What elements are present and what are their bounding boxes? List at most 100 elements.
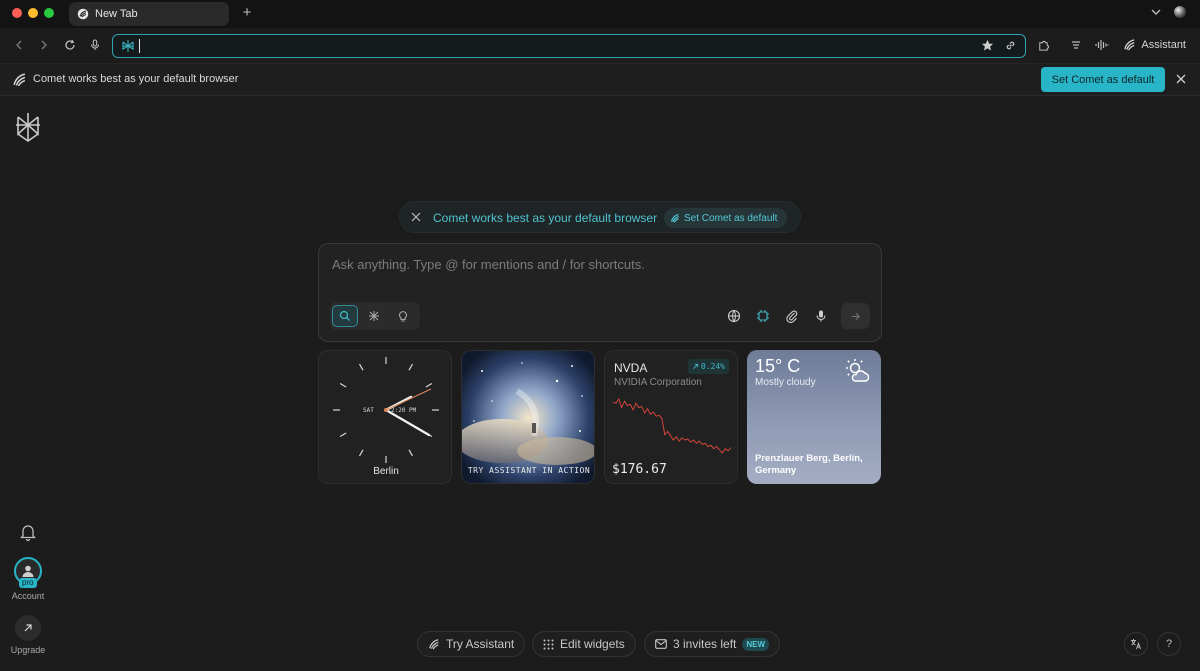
search-input[interactable]: Ask anything. Type @ for mentions and / … [332, 257, 645, 272]
weather-temperature: 15° C [755, 356, 801, 376]
mail-icon [655, 639, 667, 649]
promo-caption: TRY ASSISTANT IN ACTION [467, 466, 591, 475]
arrow-up-right-icon [24, 624, 32, 632]
labs-mode-button[interactable] [390, 305, 416, 327]
set-default-button[interactable]: Set Comet as default [1041, 67, 1165, 92]
comet-icon [13, 73, 26, 87]
tab-new-tab[interactable]: New Tab [69, 2, 229, 26]
minimize-window-button[interactable] [28, 8, 38, 18]
pro-badge: pro [19, 578, 37, 588]
grid-icon [543, 639, 554, 649]
clock-pivot [384, 408, 388, 412]
new-tab-button[interactable]: + [240, 5, 254, 21]
close-window-button[interactable] [12, 8, 22, 18]
microphone-icon [90, 39, 100, 50]
try-assistant-label: Try Assistant [446, 637, 515, 651]
upgrade-button[interactable] [15, 615, 41, 641]
assistant-promo-widget[interactable]: TRY ASSISTANT IN ACTION [461, 350, 595, 484]
menu-button[interactable] [1068, 37, 1084, 53]
stock-widget[interactable]: NVDA NVIDIA Corporation 0.24% $176.67 [604, 350, 738, 484]
close-icon[interactable] [411, 212, 421, 222]
stock-trend-line [612, 397, 732, 454]
clock-tick [358, 363, 364, 371]
banner-button-label: Set Comet as default [684, 212, 778, 224]
voice-mode-button[interactable] [1094, 37, 1110, 53]
clock-time: 2:20 PM [391, 407, 417, 414]
banner-set-default-button[interactable]: Set Comet as default [664, 208, 788, 228]
menu-icon [1072, 41, 1080, 49]
translate-button[interactable] [1124, 632, 1148, 656]
model-select-icon[interactable] [756, 309, 770, 323]
perplexity-icon [122, 40, 134, 52]
chevron-down-icon[interactable] [1150, 6, 1162, 18]
default-browser-infobar: Comet works best as your default browser… [0, 64, 1200, 96]
comet-icon [670, 213, 679, 223]
stock-price: $176.67 [612, 462, 667, 477]
search-mode-toggle [330, 302, 420, 330]
weather-location: Prenzlauer Berg, Berlin, Germany [755, 453, 863, 476]
tab-title: New Tab [95, 8, 138, 20]
account-label: Account [11, 591, 45, 601]
user-icon [22, 565, 34, 577]
assistant-label: Assistant [1141, 38, 1186, 51]
globe-icon[interactable] [727, 309, 741, 323]
voice-search-button[interactable] [87, 37, 103, 53]
try-assistant-button[interactable]: Try Assistant [417, 631, 526, 657]
invites-label: 3 invites left [673, 637, 737, 651]
forward-icon [41, 40, 47, 50]
profile-avatar[interactable] [1174, 6, 1186, 18]
back-button[interactable] [11, 37, 27, 53]
help-button[interactable]: ? [1157, 632, 1181, 656]
invites-button[interactable]: 3 invites left NEW [644, 631, 781, 657]
clock-tick [358, 449, 364, 457]
extensions-icon [1038, 40, 1049, 51]
comet-icon [77, 8, 89, 20]
submit-button[interactable] [841, 303, 870, 329]
comet-icon [1124, 39, 1135, 51]
clock-tick [339, 382, 347, 388]
arrow-right-icon [851, 312, 860, 320]
weather-widget[interactable]: 15° C Mostly cloudy Prenzlauer Berg, Ber… [747, 350, 881, 484]
clock-day: SAT [363, 407, 374, 414]
microphone-icon[interactable] [814, 309, 828, 323]
zoom-window-button[interactable] [44, 8, 54, 18]
reload-icon [65, 39, 75, 50]
paperclip-icon[interactable] [785, 309, 799, 323]
banner-message: Comet works best as your default browser [433, 211, 658, 225]
title-bar: New Tab + [0, 0, 1200, 28]
research-icon [369, 311, 379, 321]
upgrade-label: Upgrade [10, 645, 46, 655]
translate-icon [1131, 639, 1141, 650]
assistant-button[interactable]: Assistant [1123, 38, 1186, 51]
comet-icon [429, 639, 439, 650]
link-icon[interactable] [1004, 39, 1017, 52]
search-box[interactable]: Ask anything. Type @ for mentions and / … [318, 243, 882, 342]
default-browser-banner: Comet works best as your default browser… [399, 201, 801, 233]
search-mode-button[interactable] [332, 305, 358, 327]
clock-widget[interactable]: SAT 2:20 PM Berlin [318, 350, 452, 484]
bell-icon[interactable] [19, 523, 37, 541]
clock-tick [408, 449, 414, 457]
partly-cloudy-icon [846, 359, 870, 382]
edit-widgets-label: Edit widgets [560, 637, 625, 651]
star-icon[interactable] [981, 39, 994, 52]
lightbulb-icon [398, 311, 408, 322]
reload-button[interactable] [62, 37, 78, 53]
text-caret [139, 39, 140, 53]
close-icon[interactable] [1175, 73, 1187, 85]
back-icon [16, 40, 22, 50]
voice-wave-icon [1095, 40, 1109, 50]
address-bar[interactable] [112, 34, 1026, 58]
clock-tick [408, 363, 414, 371]
analog-clock: SAT 2:20 PM [333, 357, 439, 463]
extensions-button[interactable] [1035, 37, 1051, 53]
edit-widgets-button[interactable]: Edit widgets [532, 631, 636, 657]
research-mode-button[interactable] [361, 305, 387, 327]
clock-tick [425, 382, 433, 388]
perplexity-logo[interactable] [15, 112, 41, 142]
forward-button[interactable] [36, 37, 52, 53]
infobar-message: Comet works best as your default browser [33, 73, 239, 85]
clock-city: Berlin [373, 466, 399, 477]
toolbar: Assistant [0, 28, 1200, 64]
search-icon [339, 310, 350, 321]
